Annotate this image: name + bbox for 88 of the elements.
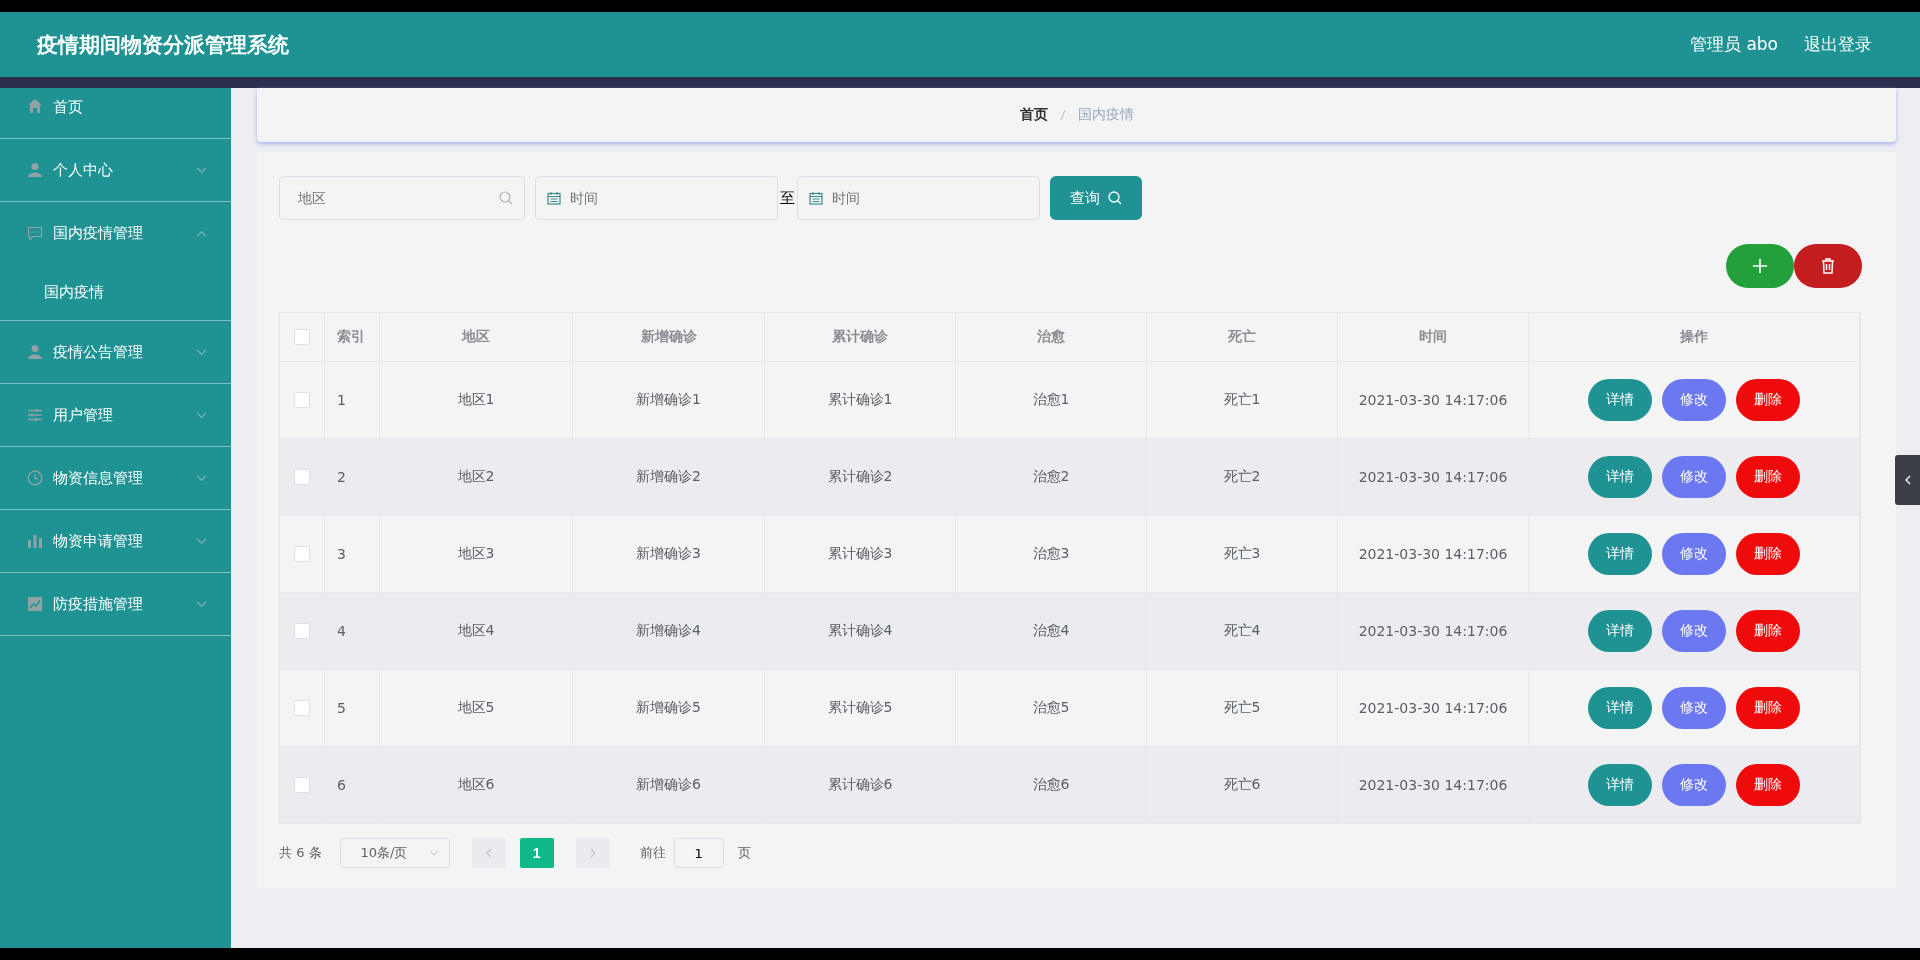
- chevron-left-icon: [485, 848, 492, 858]
- delete-button[interactable]: 删除: [1736, 533, 1800, 575]
- breadcrumb-link[interactable]: 国内疫情: [1077, 106, 1134, 124]
- user-name: 管理员 abo: [1690, 33, 1778, 56]
- clock-icon: [27, 470, 43, 486]
- table-cell: 累计确诊6: [765, 747, 956, 823]
- logout-link[interactable]: 退出登录: [1804, 33, 1872, 56]
- collapse-tab[interactable]: [1895, 455, 1920, 505]
- line-chart-icon: [27, 596, 43, 612]
- table-cell: 死亡6: [1147, 747, 1338, 823]
- select-all-checkbox[interactable]: [294, 329, 310, 345]
- search-icon: [1108, 191, 1122, 205]
- sidebar-item[interactable]: 物资信息管理: [0, 447, 231, 509]
- delete-button[interactable]: 删除: [1736, 379, 1800, 421]
- page-size-select[interactable]: 10条/页: [339, 838, 450, 868]
- details-button[interactable]: 详情: [1588, 764, 1652, 806]
- page-number-button[interactable]: 1: [519, 838, 554, 868]
- table-cell: 6: [325, 747, 380, 823]
- delete-button[interactable]: 删除: [1736, 456, 1800, 498]
- breadcrumb-separator-icon: [1059, 109, 1066, 121]
- total-count: 共 6 条: [279, 844, 322, 862]
- delete-button[interactable]: 删除: [1736, 764, 1800, 806]
- details-button[interactable]: 详情: [1588, 456, 1652, 498]
- row-checkbox[interactable]: [294, 700, 310, 716]
- row-checkbox[interactable]: [294, 469, 310, 485]
- calendar-icon: [809, 191, 823, 205]
- sidebar-item[interactable]: 防疫措施管理: [0, 573, 231, 635]
- calendar-icon: [547, 191, 561, 205]
- previous-page-button[interactable]: [471, 838, 506, 868]
- sidebar-item[interactable]: 用户管理: [0, 384, 231, 446]
- search-icon: [499, 191, 513, 205]
- row-checkbox[interactable]: [294, 623, 310, 639]
- region-search-field[interactable]: 地区: [279, 176, 525, 220]
- range-separator: 至: [780, 188, 795, 208]
- chevron-icon: [196, 600, 207, 608]
- chevron-icon: [196, 166, 207, 174]
- sidebar-item[interactable]: 物资申请管理: [0, 510, 231, 572]
- table-cell: 新增确诊6: [573, 747, 765, 823]
- end-date-field[interactable]: 时间: [797, 176, 1040, 220]
- details-button[interactable]: 详情: [1588, 610, 1652, 652]
- delete-button[interactable]: 删除: [1736, 687, 1800, 729]
- edit-button[interactable]: 修改: [1662, 610, 1726, 652]
- goto-label: 前往: [639, 844, 666, 862]
- page-suffix: 页: [737, 844, 751, 862]
- chevron-icon: [196, 474, 207, 482]
- start-date-field[interactable]: 时间: [535, 176, 778, 220]
- add-button[interactable]: [1726, 244, 1794, 288]
- delete-button[interactable]: [1794, 244, 1862, 288]
- edit-button[interactable]: 修改: [1662, 687, 1726, 729]
- app-title: 疫情期间物资分派管理系统: [37, 31, 290, 59]
- sidebar-item[interactable]: 首页: [0, 88, 231, 138]
- sidebar-subitem[interactable]: 国内疫情: [0, 264, 231, 320]
- row-checkbox[interactable]: [294, 392, 310, 408]
- bar-chart-icon: [27, 533, 43, 549]
- sidebar-item[interactable]: 国内疫情管理: [0, 202, 231, 264]
- edit-button[interactable]: 修改: [1662, 764, 1726, 806]
- chevron-left-icon: [1904, 475, 1911, 485]
- query-button[interactable]: 查询: [1050, 176, 1142, 220]
- sidebar-item[interactable]: 个人中心: [0, 139, 231, 201]
- chevron-icon: [196, 537, 207, 545]
- edit-button[interactable]: 修改: [1662, 379, 1726, 421]
- details-button[interactable]: 详情: [1588, 379, 1652, 421]
- next-page-button[interactable]: [575, 838, 610, 868]
- goto-page-field[interactable]: 1: [673, 838, 724, 868]
- row-checkbox[interactable]: [294, 777, 310, 793]
- chevron-right-icon: [589, 848, 596, 858]
- plus-icon: [1752, 258, 1768, 274]
- chat-icon: [27, 225, 43, 241]
- row-checkbox[interactable]: [294, 546, 310, 562]
- chevron-down-icon: [428, 850, 439, 856]
- edit-button[interactable]: 修改: [1662, 456, 1726, 498]
- person-icon: [27, 162, 43, 178]
- edit-button[interactable]: 修改: [1662, 533, 1726, 575]
- details-button[interactable]: 详情: [1588, 533, 1652, 575]
- table-cell: 治愈6: [956, 747, 1147, 823]
- sliders-icon: [27, 407, 43, 423]
- sidebar-item[interactable]: 疫情公告管理: [0, 321, 231, 383]
- breadcrumb-link[interactable]: 首页: [1019, 106, 1048, 124]
- chevron-icon: [196, 348, 207, 356]
- table-cell: 2021-03-30 14:17:06: [1338, 747, 1529, 823]
- chevron-icon: [196, 411, 207, 419]
- home-icon: [27, 98, 43, 114]
- person-icon: [27, 344, 43, 360]
- details-button[interactable]: 详情: [1588, 687, 1652, 729]
- table-cell: 地区6: [380, 747, 573, 823]
- chevron-icon: [196, 229, 207, 237]
- delete-button[interactable]: 删除: [1736, 610, 1800, 652]
- trash-icon: [1821, 258, 1835, 274]
